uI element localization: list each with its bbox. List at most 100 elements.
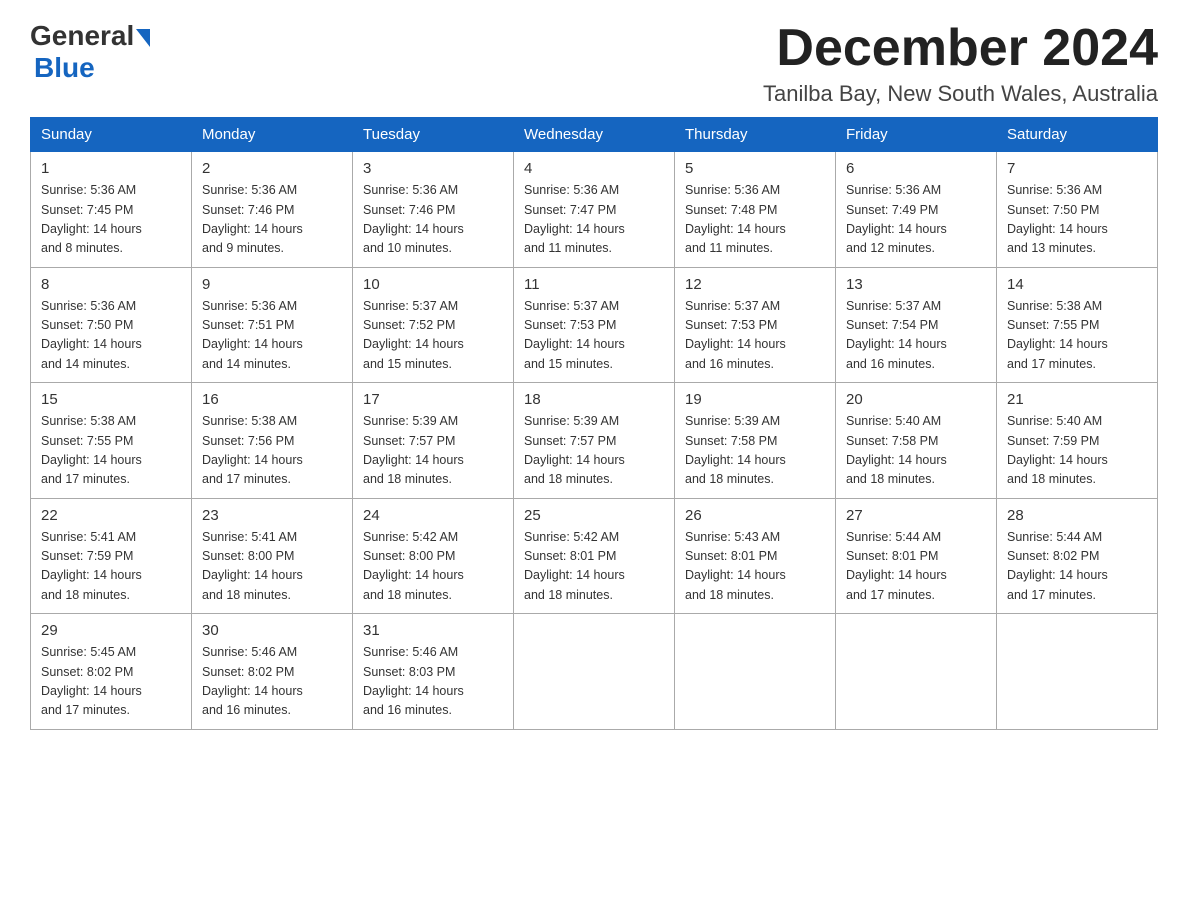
day-number: 1 xyxy=(41,160,181,177)
col-header-thursday: Thursday xyxy=(675,118,836,152)
title-section: December 2024 Tanilba Bay, New South Wal… xyxy=(763,20,1158,107)
calendar-header-row: SundayMondayTuesdayWednesdayThursdayFrid… xyxy=(31,118,1158,152)
calendar-cell: 5 Sunrise: 5:36 AM Sunset: 7:48 PM Daylig… xyxy=(675,152,836,268)
day-number: 14 xyxy=(1007,276,1147,293)
day-number: 30 xyxy=(202,622,342,639)
month-title: December 2024 xyxy=(763,20,1158,77)
day-number: 18 xyxy=(524,391,664,408)
calendar-week-1: 1 Sunrise: 5:36 AM Sunset: 7:45 PM Daylig… xyxy=(31,152,1158,268)
col-header-friday: Friday xyxy=(836,118,997,152)
day-number: 15 xyxy=(41,391,181,408)
day-info: Sunrise: 5:36 AM Sunset: 7:48 PM Dayligh… xyxy=(685,181,825,259)
day-info: Sunrise: 5:36 AM Sunset: 7:45 PM Dayligh… xyxy=(41,181,181,259)
day-info: Sunrise: 5:44 AM Sunset: 8:01 PM Dayligh… xyxy=(846,528,986,606)
calendar-cell: 16 Sunrise: 5:38 AM Sunset: 7:56 PM Dayli… xyxy=(192,383,353,499)
location-title: Tanilba Bay, New South Wales, Australia xyxy=(763,81,1158,107)
calendar-cell: 22Sunrise: 5:41 AM Sunset: 7:59 PM Dayli… xyxy=(31,498,192,614)
day-info: Sunrise: 5:36 AM Sunset: 7:47 PM Dayligh… xyxy=(524,181,664,259)
calendar-cell: 9 Sunrise: 5:36 AM Sunset: 7:51 PM Daylig… xyxy=(192,267,353,383)
day-info: Sunrise: 5:36 AM Sunset: 7:46 PM Dayligh… xyxy=(363,181,503,259)
day-number: 19 xyxy=(685,391,825,408)
calendar-week-4: 22Sunrise: 5:41 AM Sunset: 7:59 PM Dayli… xyxy=(31,498,1158,614)
day-number: 2 xyxy=(202,160,342,177)
calendar-cell: 10Sunrise: 5:37 AM Sunset: 7:52 PM Dayli… xyxy=(353,267,514,383)
calendar-cell: 20 Sunrise: 5:40 AM Sunset: 7:58 PM Dayli… xyxy=(836,383,997,499)
day-number: 3 xyxy=(363,160,503,177)
day-number: 5 xyxy=(685,160,825,177)
calendar-cell: 7Sunrise: 5:36 AM Sunset: 7:50 PM Daylig… xyxy=(997,152,1158,268)
calendar-cell: 3 Sunrise: 5:36 AM Sunset: 7:46 PM Daylig… xyxy=(353,152,514,268)
day-number: 21 xyxy=(1007,391,1147,408)
calendar-cell: 24 Sunrise: 5:42 AM Sunset: 8:00 PM Dayli… xyxy=(353,498,514,614)
calendar-cell xyxy=(675,614,836,730)
day-info: Sunrise: 5:42 AM Sunset: 8:01 PM Dayligh… xyxy=(524,528,664,606)
day-info: Sunrise: 5:41 AM Sunset: 8:00 PM Dayligh… xyxy=(202,528,342,606)
day-info: Sunrise: 5:46 AM Sunset: 8:03 PM Dayligh… xyxy=(363,643,503,721)
calendar-week-5: 29Sunrise: 5:45 AM Sunset: 8:02 PM Dayli… xyxy=(31,614,1158,730)
calendar-cell: 27 Sunrise: 5:44 AM Sunset: 8:01 PM Dayli… xyxy=(836,498,997,614)
calendar-cell: 23 Sunrise: 5:41 AM Sunset: 8:00 PM Dayli… xyxy=(192,498,353,614)
day-info: Sunrise: 5:45 AM Sunset: 8:02 PM Dayligh… xyxy=(41,643,181,721)
calendar-week-2: 8 Sunrise: 5:36 AM Sunset: 7:50 PM Daylig… xyxy=(31,267,1158,383)
day-number: 9 xyxy=(202,276,342,293)
day-info: Sunrise: 5:37 AM Sunset: 7:53 PM Dayligh… xyxy=(685,297,825,375)
calendar-cell: 6 Sunrise: 5:36 AM Sunset: 7:49 PM Daylig… xyxy=(836,152,997,268)
day-info: Sunrise: 5:37 AM Sunset: 7:53 PM Dayligh… xyxy=(524,297,664,375)
calendar-cell: 30 Sunrise: 5:46 AM Sunset: 8:02 PM Dayli… xyxy=(192,614,353,730)
calendar-cell: 28Sunrise: 5:44 AM Sunset: 8:02 PM Dayli… xyxy=(997,498,1158,614)
day-number: 6 xyxy=(846,160,986,177)
day-info: Sunrise: 5:37 AM Sunset: 7:52 PM Dayligh… xyxy=(363,297,503,375)
day-number: 26 xyxy=(685,507,825,524)
calendar-cell: 2 Sunrise: 5:36 AM Sunset: 7:46 PM Daylig… xyxy=(192,152,353,268)
day-info: Sunrise: 5:42 AM Sunset: 8:00 PM Dayligh… xyxy=(363,528,503,606)
logo: General Blue xyxy=(30,20,150,84)
col-header-tuesday: Tuesday xyxy=(353,118,514,152)
calendar-cell: 21 Sunrise: 5:40 AM Sunset: 7:59 PM Dayli… xyxy=(997,383,1158,499)
calendar-cell: 8 Sunrise: 5:36 AM Sunset: 7:50 PM Daylig… xyxy=(31,267,192,383)
day-info: Sunrise: 5:39 AM Sunset: 7:57 PM Dayligh… xyxy=(524,412,664,490)
day-number: 11 xyxy=(524,276,664,293)
page-header: General Blue December 2024 Tanilba Bay, … xyxy=(30,20,1158,107)
day-info: Sunrise: 5:38 AM Sunset: 7:55 PM Dayligh… xyxy=(1007,297,1147,375)
col-header-saturday: Saturday xyxy=(997,118,1158,152)
day-info: Sunrise: 5:37 AM Sunset: 7:54 PM Dayligh… xyxy=(846,297,986,375)
day-number: 13 xyxy=(846,276,986,293)
day-info: Sunrise: 5:36 AM Sunset: 7:49 PM Dayligh… xyxy=(846,181,986,259)
calendar-cell xyxy=(514,614,675,730)
day-number: 12 xyxy=(685,276,825,293)
logo-general-text: General xyxy=(30,20,134,52)
calendar-cell: 18 Sunrise: 5:39 AM Sunset: 7:57 PM Dayli… xyxy=(514,383,675,499)
day-number: 23 xyxy=(202,507,342,524)
col-header-sunday: Sunday xyxy=(31,118,192,152)
calendar-cell: 12 Sunrise: 5:37 AM Sunset: 7:53 PM Dayli… xyxy=(675,267,836,383)
day-number: 8 xyxy=(41,276,181,293)
calendar-cell: 26 Sunrise: 5:43 AM Sunset: 8:01 PM Dayli… xyxy=(675,498,836,614)
calendar-cell: 11 Sunrise: 5:37 AM Sunset: 7:53 PM Dayli… xyxy=(514,267,675,383)
day-number: 16 xyxy=(202,391,342,408)
day-info: Sunrise: 5:43 AM Sunset: 8:01 PM Dayligh… xyxy=(685,528,825,606)
calendar-cell: 25 Sunrise: 5:42 AM Sunset: 8:01 PM Dayli… xyxy=(514,498,675,614)
calendar-week-3: 15 Sunrise: 5:38 AM Sunset: 7:55 PM Dayli… xyxy=(31,383,1158,499)
day-number: 27 xyxy=(846,507,986,524)
day-number: 22 xyxy=(41,507,181,524)
day-number: 4 xyxy=(524,160,664,177)
logo-arrow-icon xyxy=(136,29,150,47)
calendar-cell: 15 Sunrise: 5:38 AM Sunset: 7:55 PM Dayli… xyxy=(31,383,192,499)
calendar-cell: 29Sunrise: 5:45 AM Sunset: 8:02 PM Dayli… xyxy=(31,614,192,730)
day-info: Sunrise: 5:36 AM Sunset: 7:51 PM Dayligh… xyxy=(202,297,342,375)
day-info: Sunrise: 5:36 AM Sunset: 7:50 PM Dayligh… xyxy=(41,297,181,375)
calendar-cell: 1 Sunrise: 5:36 AM Sunset: 7:45 PM Daylig… xyxy=(31,152,192,268)
day-number: 24 xyxy=(363,507,503,524)
day-info: Sunrise: 5:40 AM Sunset: 7:59 PM Dayligh… xyxy=(1007,412,1147,490)
day-info: Sunrise: 5:38 AM Sunset: 7:55 PM Dayligh… xyxy=(41,412,181,490)
calendar-cell: 17Sunrise: 5:39 AM Sunset: 7:57 PM Dayli… xyxy=(353,383,514,499)
day-info: Sunrise: 5:46 AM Sunset: 8:02 PM Dayligh… xyxy=(202,643,342,721)
logo-blue-text: Blue xyxy=(34,52,95,83)
day-info: Sunrise: 5:39 AM Sunset: 7:58 PM Dayligh… xyxy=(685,412,825,490)
day-info: Sunrise: 5:40 AM Sunset: 7:58 PM Dayligh… xyxy=(846,412,986,490)
day-number: 20 xyxy=(846,391,986,408)
day-number: 17 xyxy=(363,391,503,408)
day-info: Sunrise: 5:38 AM Sunset: 7:56 PM Dayligh… xyxy=(202,412,342,490)
day-number: 25 xyxy=(524,507,664,524)
day-info: Sunrise: 5:36 AM Sunset: 7:46 PM Dayligh… xyxy=(202,181,342,259)
